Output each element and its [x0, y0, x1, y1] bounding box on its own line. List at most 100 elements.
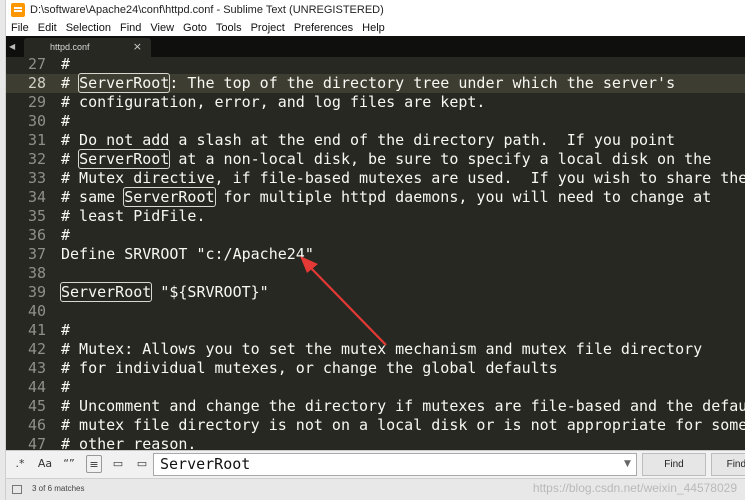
- line-number: 36: [27, 226, 46, 244]
- regex-toggle[interactable]: .*: [12, 455, 28, 473]
- code-line[interactable]: 28 # ServerRoot: The top of the directory…: [6, 73, 745, 93]
- line-number: 46: [27, 416, 46, 434]
- line-number: 37: [27, 245, 46, 263]
- line-text: # for individual mutexes, or change the …: [61, 359, 558, 377]
- in-selection-toggle-icon[interactable]: ▭: [110, 455, 126, 473]
- menu-help[interactable]: Help: [362, 22, 385, 34]
- highlight-matches-toggle-icon[interactable]: ▭: [134, 455, 150, 473]
- code-line[interactable]: 45 # Uncomment and change the directory i…: [6, 397, 745, 416]
- line-number: 39: [27, 283, 46, 301]
- case-sensitive-toggle[interactable]: Aa: [36, 455, 54, 473]
- code-line[interactable]: 27 #: [6, 57, 745, 74]
- code-line[interactable]: 31 # Do not add a slash at the end of the…: [6, 131, 745, 150]
- code-line[interactable]: 41 #: [6, 321, 745, 340]
- line-text: # least PidFile.: [61, 207, 206, 225]
- search-match-highlight: ServerRoot: [59, 282, 153, 302]
- tab-bar: ◀ httpd.conf ×: [6, 36, 745, 57]
- code-line[interactable]: 42 # Mutex: Allows you to set the mutex m…: [6, 340, 745, 359]
- line-number: 41: [27, 321, 46, 339]
- line-number: 32: [27, 150, 46, 168]
- code-line[interactable]: 39 ServerRoot "${SRVROOT}": [6, 282, 745, 302]
- panel-toggle-icon[interactable]: [12, 485, 22, 494]
- menu-edit[interactable]: Edit: [38, 22, 57, 34]
- line-number: 40: [27, 302, 46, 320]
- search-match-highlight: ServerRoot: [123, 187, 216, 207]
- code-line[interactable]: 30 #: [6, 112, 745, 131]
- code-line[interactable]: 44 #: [6, 378, 745, 397]
- line-number: 38: [27, 264, 46, 282]
- menu-tools[interactable]: Tools: [216, 22, 242, 34]
- sublime-app-icon: [11, 3, 25, 17]
- code-line[interactable]: 40: [6, 302, 745, 321]
- line-text: # configuration, error, and log files ar…: [61, 93, 486, 111]
- line-number: 35: [27, 207, 46, 225]
- menu-project[interactable]: Project: [251, 22, 285, 34]
- line-text-after: at a non-local disk, be sure to specify …: [169, 150, 712, 168]
- line-number: 33: [27, 169, 46, 187]
- line-number: 45: [27, 397, 46, 415]
- find-panel: .* Aa “” ≡ ▭ ▭ ServerRoot ▼ Find Find Al…: [6, 450, 745, 478]
- line-number: 44: [27, 378, 46, 396]
- title-bar: D:\software\Apache24\conf\httpd.conf - S…: [6, 0, 745, 20]
- line-text: # mutex file directory is not on a local…: [61, 416, 745, 434]
- menu-find[interactable]: Find: [120, 22, 141, 34]
- line-number: 27: [27, 57, 46, 73]
- line-text-after: "${SRVROOT}": [151, 283, 269, 301]
- sublime-window: D:\software\Apache24\conf\httpd.conf - S…: [6, 0, 745, 500]
- tab-scroll-left-icon[interactable]: ◀: [9, 41, 19, 53]
- menu-view[interactable]: View: [150, 22, 174, 34]
- line-text: # other reason.: [61, 435, 197, 450]
- whole-word-toggle[interactable]: “”: [60, 455, 78, 473]
- code-line[interactable]: 43 # for individual mutexes, or change th…: [6, 359, 745, 378]
- line-text: # Do not add a slash at the end of the d…: [61, 131, 676, 149]
- code-line[interactable]: 46 # mutex file directory is not on a loc…: [6, 416, 745, 435]
- code-line[interactable]: 32 # ServerRoot at a non-local disk, be s…: [6, 149, 745, 169]
- find-input[interactable]: ServerRoot: [153, 453, 637, 476]
- window-title: D:\software\Apache24\conf\httpd.conf - S…: [30, 4, 384, 16]
- wrap-toggle-icon[interactable]: ≡: [86, 455, 102, 473]
- code-line[interactable]: 38: [6, 264, 745, 283]
- line-text: #: [61, 112, 71, 130]
- menu-preferences[interactable]: Preferences: [294, 22, 353, 34]
- code-line[interactable]: 37 Define SRVROOT "c:/Apache24": [6, 245, 745, 264]
- line-number: 34: [27, 188, 46, 206]
- code-line[interactable]: 36 #: [6, 226, 745, 245]
- code-line[interactable]: 33 # Mutex directive, if file-based mutex…: [6, 169, 745, 188]
- line-text-after: for multiple httpd daemons, you will nee…: [214, 188, 712, 206]
- find-all-button[interactable]: Find All: [711, 453, 745, 476]
- line-text: # Uncomment and change the directory if …: [61, 397, 745, 415]
- code-line[interactable]: 29 # configuration, error, and log files …: [6, 93, 745, 112]
- line-text-before: # same: [61, 188, 125, 206]
- line-number: 42: [27, 340, 46, 358]
- line-number: 29: [27, 93, 46, 111]
- line-text: # same ServerRoot for multiple httpd dae…: [61, 187, 712, 207]
- line-text: # ServerRoot at a non-local disk, be sur…: [61, 149, 712, 169]
- line-text: #: [61, 378, 71, 396]
- line-text-before: #: [61, 150, 80, 168]
- line-text: #: [61, 57, 71, 73]
- menu-selection[interactable]: Selection: [66, 22, 111, 34]
- code-line[interactable]: 47 # other reason.: [6, 435, 745, 450]
- find-history-dropdown-icon[interactable]: ▼: [624, 459, 631, 469]
- status-bar: 3 of 6 matches https://blog.csdn.net/wei…: [6, 478, 745, 500]
- line-number: 30: [27, 112, 46, 130]
- code-line[interactable]: 34 # same ServerRoot for multiple httpd d…: [6, 187, 745, 207]
- code-editor[interactable]: 27 #28 # ServerRoot: The top of the direct…: [6, 57, 745, 450]
- line-text: # ServerRoot: The top of the directory t…: [61, 73, 676, 93]
- line-number: 28: [27, 74, 46, 92]
- menu-bar: File Edit Selection Find View Goto Tools…: [6, 20, 745, 36]
- code-line[interactable]: 35 # least PidFile.: [6, 207, 745, 226]
- line-text: # Mutex directive, if file-based mutexes…: [61, 169, 745, 187]
- find-button[interactable]: Find: [642, 453, 706, 476]
- menu-goto[interactable]: Goto: [183, 22, 207, 34]
- tab-close-icon[interactable]: ×: [133, 40, 142, 53]
- search-match-highlight: ServerRoot: [78, 73, 171, 93]
- menu-file[interactable]: File: [11, 22, 29, 34]
- line-text: #: [61, 321, 71, 339]
- line-text-after: : The top of the directory tree under wh…: [169, 74, 676, 92]
- tab-httpd-conf[interactable]: httpd.conf ×: [24, 38, 151, 57]
- line-text: #: [61, 226, 71, 244]
- watermark: https://blog.csdn.net/weixin_44578029: [532, 481, 737, 495]
- line-number: 47: [27, 435, 46, 450]
- line-text: ServerRoot "${SRVROOT}": [59, 282, 269, 302]
